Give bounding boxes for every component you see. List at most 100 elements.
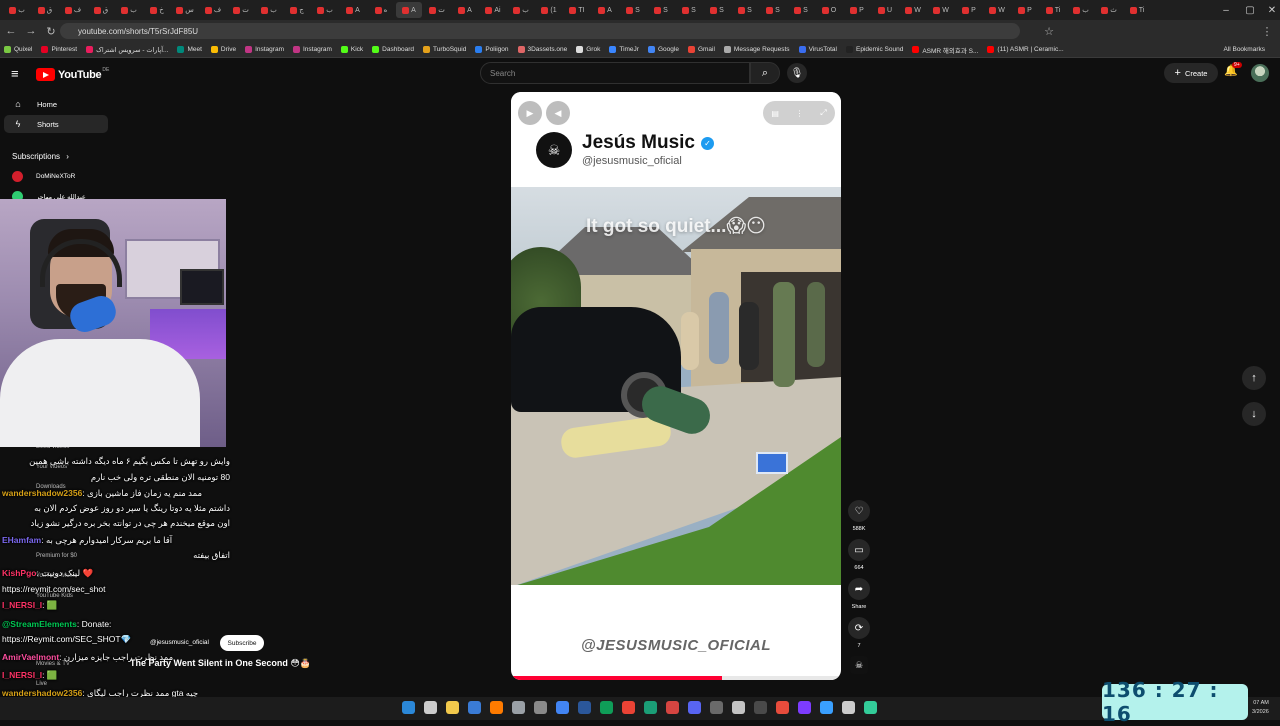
- share-button[interactable]: ➦: [848, 578, 870, 600]
- short-video-card[interactable]: ▶ ◀ ▤ ⋮ ⤢ ☠ Jesús Music ✓ @jesusmusic_of…: [511, 92, 841, 680]
- browser-tab[interactable]: ف: [60, 2, 86, 18]
- browser-tab[interactable]: ج: [284, 2, 310, 18]
- bookmark-item[interactable]: Message Requests: [723, 46, 790, 53]
- url-input[interactable]: youtube.com/shorts/T5rSrJdF85U: [60, 23, 1020, 39]
- taskbar-app-icon[interactable]: [776, 701, 789, 714]
- reload-icon[interactable]: ↻: [42, 22, 60, 40]
- browser-menu-icon[interactable]: ⋮: [1258, 22, 1276, 40]
- taskbar-app-icon[interactable]: [688, 701, 701, 714]
- microphone-icon[interactable]: 🎙: [787, 63, 807, 83]
- bookmark-item[interactable]: (11) ASMR | Ceramic...: [987, 46, 1064, 53]
- taskbar-app-icon[interactable]: [732, 701, 745, 714]
- more-options-icon[interactable]: ⋮: [796, 109, 804, 118]
- taskbar-app-icon[interactable]: [490, 701, 503, 714]
- browser-tab[interactable]: P: [956, 2, 982, 18]
- like-button[interactable]: ♡: [848, 500, 870, 522]
- close-icon[interactable]: ✕: [1258, 0, 1280, 20]
- bookmark-item[interactable]: TurboSquid: [422, 46, 466, 53]
- browser-tab[interactable]: O: [816, 2, 842, 18]
- taskbar-app-icon[interactable]: [600, 701, 613, 714]
- browser-tab[interactable]: S: [704, 2, 730, 18]
- taskbar-app-icon[interactable]: [666, 701, 679, 714]
- youtube-logo[interactable]: YouTube DE: [36, 67, 109, 81]
- browser-tab[interactable]: U: [872, 2, 898, 18]
- menu-icon[interactable]: ≡: [11, 67, 25, 81]
- browser-tab[interactable]: س: [172, 2, 198, 18]
- all-bookmarks-button[interactable]: All Bookmarks: [1223, 46, 1265, 53]
- bookmark-item[interactable]: Kick: [340, 46, 363, 53]
- bookmark-item[interactable]: 3Dassets.one: [517, 46, 567, 53]
- play-icon[interactable]: ▶: [518, 101, 542, 125]
- sidebar-item-home[interactable]: ⌂ Home: [4, 95, 108, 113]
- star-icon[interactable]: ☆: [1040, 22, 1058, 40]
- browser-tab[interactable]: ب: [508, 2, 534, 18]
- comment-button[interactable]: ▭: [848, 539, 870, 561]
- captions-icon[interactable]: ▤: [771, 109, 779, 118]
- browser-tab[interactable]: P: [844, 2, 870, 18]
- taskbar-app-icon[interactable]: [820, 701, 833, 714]
- sidebar-item-shorts[interactable]: ϟ Shorts: [4, 115, 108, 133]
- taskbar-app-icon[interactable]: [424, 701, 437, 714]
- bookmark-item[interactable]: Pinterest: [41, 46, 77, 53]
- taskbar-app-icon[interactable]: [864, 701, 877, 714]
- search-input[interactable]: Search: [480, 62, 750, 84]
- browser-tab[interactable]: Ai: [480, 2, 506, 18]
- browser-tab[interactable]: ب: [4, 2, 30, 18]
- browser-tab[interactable]: A: [396, 2, 422, 18]
- next-short-arrow-down-icon[interactable]: ↓: [1242, 402, 1266, 426]
- sidebar-subscriptions-heading[interactable]: Subscriptions ›: [12, 152, 69, 161]
- fullscreen-icon[interactable]: ⤢: [820, 108, 826, 118]
- browser-tab[interactable]: S: [648, 2, 674, 18]
- browser-tab[interactable]: ف: [200, 2, 226, 18]
- browser-tab[interactable]: TI: [564, 2, 590, 18]
- taskbar-app-icon[interactable]: [622, 701, 635, 714]
- browser-tab[interactable]: A: [592, 2, 618, 18]
- subscribe-button[interactable]: Subscribe: [220, 635, 264, 651]
- bookmark-item[interactable]: VirusTotal: [798, 46, 837, 53]
- browser-tab[interactable]: ق: [32, 2, 58, 18]
- browser-tab[interactable]: ت: [424, 2, 450, 18]
- taskbar-app-icon[interactable]: [446, 701, 459, 714]
- sidebar-item-live[interactable]: Live: [36, 681, 47, 687]
- bookmark-item[interactable]: Grok: [576, 46, 600, 53]
- browser-tab[interactable]: W: [900, 2, 926, 18]
- back-icon[interactable]: ←: [2, 22, 20, 40]
- taskbar-app-icon[interactable]: [512, 701, 525, 714]
- video-frame[interactable]: It got so quiet...😱😶: [511, 187, 841, 585]
- taskbar-app-icon[interactable]: [798, 701, 811, 714]
- bookmark-item[interactable]: Google: [647, 46, 679, 53]
- taskbar-app-icon[interactable]: [710, 701, 723, 714]
- bookmark-item[interactable]: Drive: [210, 46, 236, 53]
- browser-tab[interactable]: A: [452, 2, 478, 18]
- taskbar-app-icon[interactable]: [556, 701, 569, 714]
- browser-tab[interactable]: (1: [536, 2, 562, 18]
- browser-tab[interactable]: ب: [116, 2, 142, 18]
- browser-tab[interactable]: P: [1012, 2, 1038, 18]
- channel-avatar[interactable]: ☠: [850, 656, 868, 674]
- browser-tab[interactable]: W: [928, 2, 954, 18]
- browser-tab[interactable]: S: [788, 2, 814, 18]
- remix-button[interactable]: ⟳: [848, 617, 870, 639]
- browser-tab[interactable]: ق: [88, 2, 114, 18]
- bookmark-item[interactable]: Instagram: [245, 46, 284, 53]
- browser-tab[interactable]: ب: [1068, 2, 1094, 18]
- bookmark-item[interactable]: Instagram: [292, 46, 332, 53]
- browser-tab[interactable]: S: [732, 2, 758, 18]
- volume-icon[interactable]: ◀: [546, 101, 570, 125]
- browser-tab[interactable]: ث: [1096, 2, 1122, 18]
- browser-tab[interactable]: ه: [368, 2, 394, 18]
- subscription-item[interactable]: DoMiNeXToR: [12, 171, 75, 182]
- browser-tab[interactable]: ب: [312, 2, 338, 18]
- account-avatar[interactable]: [1251, 64, 1269, 82]
- short-channel-name[interactable]: @jesusmusic_oficial: [150, 639, 209, 646]
- bookmark-item[interactable]: Quixel: [4, 46, 32, 53]
- bookmark-item[interactable]: آپارات - سرویس اشتراک...: [86, 46, 168, 54]
- browser-tab[interactable]: W: [984, 2, 1010, 18]
- browser-tab[interactable]: خ: [144, 2, 170, 18]
- bookmark-item[interactable]: Dashboard: [372, 46, 414, 53]
- bookmark-item[interactable]: Meet: [177, 46, 202, 53]
- bookmark-item[interactable]: ASMR 해외효과 S...: [912, 45, 978, 55]
- taskbar-app-icon[interactable]: [402, 701, 415, 714]
- browser-tab[interactable]: ت: [228, 2, 254, 18]
- browser-tab[interactable]: S: [760, 2, 786, 18]
